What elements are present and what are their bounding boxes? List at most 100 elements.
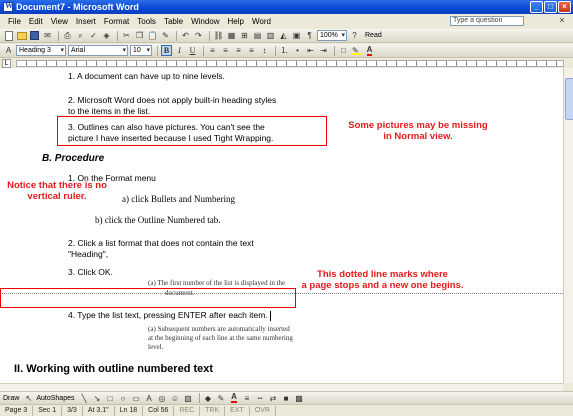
text-box-icon[interactable]: ▭ bbox=[131, 393, 142, 404]
ruler-annotation: Notice that there is no vertical ruler. bbox=[2, 180, 112, 202]
undo-icon[interactable]: ↶ bbox=[180, 30, 191, 41]
decrease-indent-icon[interactable]: ⇤ bbox=[305, 45, 316, 56]
drawing-icon[interactable]: ◭ bbox=[278, 30, 289, 41]
rectangle-icon[interactable]: □ bbox=[105, 393, 116, 404]
status-ovr[interactable]: OVR bbox=[250, 405, 276, 416]
step-3a-line1: (a) The first number of the list is disp… bbox=[148, 279, 286, 287]
font-select[interactable]: Arial bbox=[68, 45, 128, 56]
status-trk[interactable]: TRK bbox=[200, 405, 226, 416]
underline-button[interactable]: U bbox=[187, 45, 198, 56]
show-hide-icon[interactable]: ¶ bbox=[304, 30, 315, 41]
permission-icon[interactable]: ✉ bbox=[42, 30, 53, 41]
insert-table-icon[interactable]: ⊞ bbox=[239, 30, 250, 41]
arrow-icon[interactable]: ↘ bbox=[92, 393, 103, 404]
menu-view[interactable]: View bbox=[47, 17, 72, 26]
diagram-icon[interactable]: ◎ bbox=[157, 393, 168, 404]
minimize-button[interactable]: _ bbox=[530, 1, 543, 13]
menu-file[interactable]: File bbox=[4, 17, 25, 26]
maximize-button[interactable]: □ bbox=[544, 1, 557, 13]
menu-tools[interactable]: Tools bbox=[133, 17, 160, 26]
wordart-icon[interactable]: A bbox=[144, 393, 155, 404]
style-select[interactable]: Heading 3 bbox=[16, 45, 66, 56]
research-icon[interactable]: ◈ bbox=[101, 30, 112, 41]
fill-color-icon[interactable]: ◆ bbox=[203, 393, 214, 404]
open-folder-icon[interactable] bbox=[16, 30, 27, 41]
border-icon[interactable]: □ bbox=[338, 45, 349, 56]
tab-selector[interactable]: L bbox=[2, 59, 11, 68]
line-style-icon[interactable]: ≡ bbox=[242, 393, 253, 404]
menu-insert[interactable]: Insert bbox=[72, 17, 100, 26]
status-bar: Page 3 Sec 1 3/3 At 3.1" Ln 18 Col 56 RE… bbox=[0, 404, 573, 416]
pagebreak-annotation-line2: a page stops and a new one begins. bbox=[301, 280, 464, 291]
cut-icon[interactable]: ✂ bbox=[121, 30, 132, 41]
zoom-select[interactable]: 100% bbox=[317, 30, 347, 41]
menu-window[interactable]: Window bbox=[187, 17, 223, 26]
menu-format[interactable]: Format bbox=[100, 17, 133, 26]
tables-borders-icon[interactable]: ▦ bbox=[226, 30, 237, 41]
doc-line-1: 1. A document can have up to nine levels… bbox=[68, 71, 225, 81]
menu-table[interactable]: Table bbox=[160, 17, 187, 26]
vertical-scrollbar[interactable] bbox=[563, 68, 573, 383]
horizontal-scrollbar[interactable] bbox=[0, 383, 563, 391]
line-icon[interactable]: ╲ bbox=[79, 393, 90, 404]
print-preview-icon[interactable]: ⌕ bbox=[75, 30, 86, 41]
draw-menu-button[interactable]: Draw bbox=[3, 395, 19, 402]
pagebreak-annotation-line1: This dotted line marks where bbox=[317, 269, 448, 280]
line-color-icon[interactable]: ✎ bbox=[216, 393, 227, 404]
document-area[interactable]: 1. A document can have up to nine levels… bbox=[0, 68, 563, 383]
read-button[interactable]: Read bbox=[365, 32, 382, 39]
align-left-icon[interactable]: ≡ bbox=[207, 45, 218, 56]
justify-icon[interactable]: ≡ bbox=[246, 45, 257, 56]
paste-icon[interactable]: 📋 bbox=[147, 30, 158, 41]
dash-style-icon[interactable]: ┅ bbox=[255, 393, 266, 404]
styles-formatting-icon[interactable]: A bbox=[3, 45, 14, 56]
document-close-icon[interactable]: × bbox=[557, 15, 567, 25]
bullets-icon[interactable]: • bbox=[292, 45, 303, 56]
font-size-select[interactable]: 10 bbox=[130, 45, 152, 56]
menu-help[interactable]: Help bbox=[224, 17, 248, 26]
new-document-icon[interactable] bbox=[3, 30, 14, 41]
italic-button[interactable]: I bbox=[174, 45, 185, 56]
status-rec[interactable]: REC bbox=[174, 405, 201, 416]
oval-icon[interactable]: ○ bbox=[118, 393, 129, 404]
status-at: At 3.1" bbox=[83, 405, 115, 416]
document-map-icon[interactable]: ▣ bbox=[291, 30, 302, 41]
picture-icon[interactable]: ▧ bbox=[183, 393, 194, 404]
numbering-icon[interactable]: ⒈ bbox=[279, 45, 290, 56]
save-icon[interactable] bbox=[29, 30, 40, 41]
redo-icon[interactable]: ↷ bbox=[193, 30, 204, 41]
copy-icon[interactable]: ❐ bbox=[134, 30, 145, 41]
word-app-icon[interactable] bbox=[3, 1, 13, 12]
status-ext[interactable]: EXT bbox=[225, 405, 250, 416]
arrow-style-icon[interactable]: ⇄ bbox=[268, 393, 279, 404]
align-center-icon[interactable]: ≡ bbox=[220, 45, 231, 56]
select-objects-icon[interactable]: ↖ bbox=[23, 393, 34, 404]
columns-icon[interactable]: ▥ bbox=[265, 30, 276, 41]
format-painter-icon[interactable]: ✎ bbox=[160, 30, 171, 41]
text-cursor bbox=[269, 310, 271, 321]
autoshapes-menu-button[interactable]: AutoShapes bbox=[36, 395, 74, 402]
status-page-of: 3/3 bbox=[62, 405, 83, 416]
insert-excel-icon[interactable]: ▤ bbox=[252, 30, 263, 41]
help-search-input[interactable]: Type a question bbox=[450, 16, 524, 26]
print-icon[interactable]: ⎙ bbox=[62, 30, 73, 41]
font-color-icon[interactable]: A bbox=[364, 45, 375, 56]
menu-word[interactable]: Word bbox=[248, 17, 275, 26]
3d-icon[interactable]: ▩ bbox=[294, 393, 305, 404]
bold-button[interactable]: B bbox=[161, 45, 172, 56]
line-spacing-icon[interactable]: ↕ bbox=[259, 45, 270, 56]
clip-art-icon[interactable]: ☺ bbox=[170, 393, 181, 404]
shadow-icon[interactable]: ■ bbox=[281, 393, 292, 404]
align-right-icon[interactable]: ≡ bbox=[233, 45, 244, 56]
spelling-icon[interactable]: ✓ bbox=[88, 30, 99, 41]
draw-font-color-icon[interactable]: A bbox=[229, 393, 240, 404]
help-icon[interactable]: ? bbox=[349, 30, 360, 41]
drawing-toolbar: Draw ↖ AutoShapes ╲ ↘ □ ○ ▭ A ◎ ☺ ▧ ◆ ✎ … bbox=[0, 391, 573, 404]
horizontal-ruler[interactable] bbox=[16, 60, 564, 67]
menu-edit[interactable]: Edit bbox=[25, 17, 47, 26]
hyperlink-icon[interactable]: ⛓ bbox=[213, 30, 224, 41]
increase-indent-icon[interactable]: ⇥ bbox=[318, 45, 329, 56]
section-ii-heading: II. Working with outline numbered text bbox=[14, 363, 214, 375]
close-button[interactable]: × bbox=[558, 1, 571, 13]
highlight-icon[interactable]: ✎ bbox=[351, 45, 362, 56]
